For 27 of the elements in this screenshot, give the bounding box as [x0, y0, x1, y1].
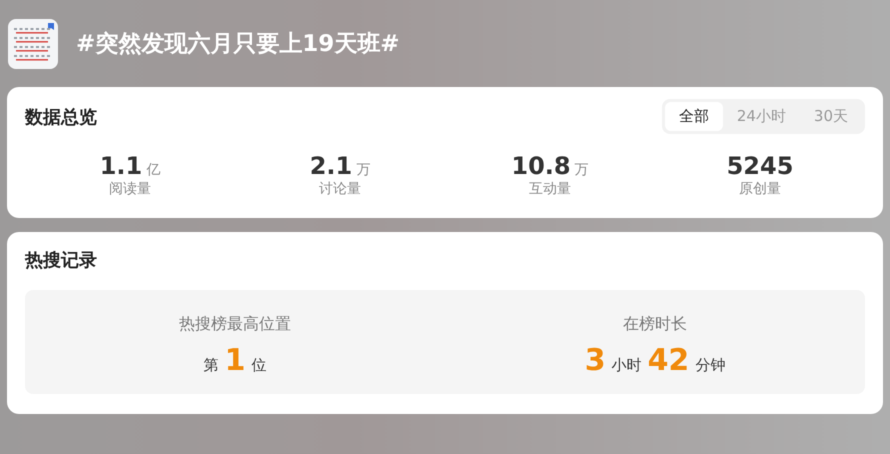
- section-title: 数据总览: [25, 106, 97, 128]
- record-label: 在榜时长: [623, 314, 687, 335]
- stat-value: 10.8: [511, 152, 571, 180]
- stat-label: 阅读量: [109, 180, 151, 198]
- topic-title: #突然发现六月只要上19天班#: [76, 30, 400, 59]
- stat-label: 互动量: [529, 180, 571, 198]
- period-tab[interactable]: 24小时: [722, 102, 800, 131]
- record-unit: 位: [251, 356, 266, 375]
- stat-label: 原创量: [739, 180, 781, 198]
- stat-label: 讨论量: [319, 180, 361, 198]
- stat-value: 1.1: [100, 152, 142, 180]
- stat-unit: 万: [356, 161, 370, 179]
- period-tab[interactable]: 30天: [800, 102, 862, 131]
- stat-unit: 万: [574, 161, 589, 179]
- record-number: 3: [584, 343, 606, 378]
- section-title: 热搜记录: [25, 249, 97, 272]
- calendar-icon: [8, 18, 58, 68]
- period-tab[interactable]: 全部: [664, 102, 723, 131]
- record-unit: 第: [204, 356, 219, 375]
- stat-unit: 亿: [146, 161, 160, 179]
- record-label: 热搜榜最高位置: [179, 314, 291, 335]
- record-unit: 分钟: [695, 356, 726, 375]
- stat-value: 2.1: [310, 152, 352, 180]
- record-number: 1: [224, 343, 246, 378]
- record-unit: 小时: [612, 356, 642, 375]
- record-number: 42: [648, 343, 690, 378]
- stat-value: 5245: [726, 152, 794, 180]
